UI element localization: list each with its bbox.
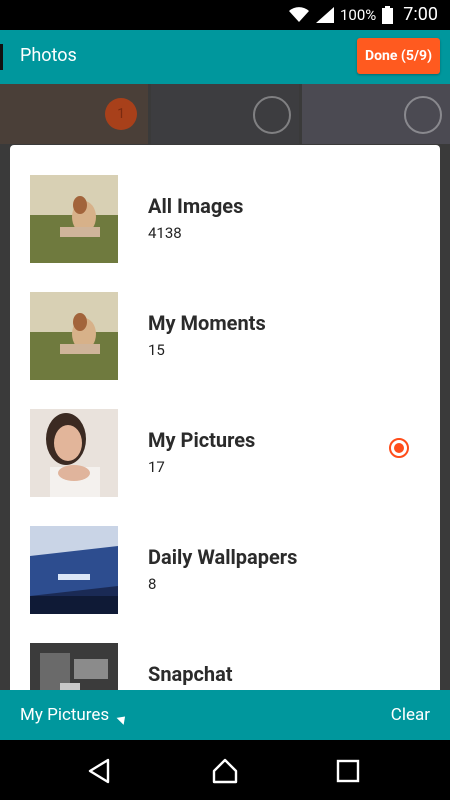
album-selector-label: My Pictures	[20, 705, 110, 725]
done-button[interactable]: Done (5/9)	[357, 38, 440, 74]
back-icon[interactable]	[86, 757, 114, 785]
recents-icon[interactable]	[334, 757, 362, 785]
album-item-all-images[interactable]: All Images 4138	[10, 145, 440, 263]
dropdown-arrow-icon	[116, 712, 129, 725]
album-item-snapchat[interactable]: Snapchat	[10, 613, 440, 690]
album-thumbnail	[30, 409, 118, 497]
album-selector[interactable]: My Pictures	[20, 705, 129, 725]
album-name: My Pictures	[148, 428, 256, 452]
selected-radio-button[interactable]	[389, 438, 409, 458]
album-count: 17	[148, 458, 165, 476]
album-name: Daily Wallpapers	[148, 545, 298, 569]
wifi-icon	[288, 6, 310, 23]
status-bar: 100% 7:00	[0, 0, 450, 30]
album-name: All Images	[148, 194, 244, 218]
album-thumbnail	[30, 175, 118, 263]
album-thumbnail	[30, 643, 118, 690]
selection-badge: 1	[105, 98, 137, 130]
app-bar: Photos Done (5/9)	[0, 30, 450, 84]
bottom-bar: My Pictures Clear	[0, 690, 450, 740]
album-name: My Moments	[148, 311, 266, 335]
selection-circle	[404, 96, 442, 134]
album-count: 8	[148, 575, 157, 593]
album-list: All Images 4138 My Moments 15 My Picture…	[10, 145, 440, 690]
signal-icon	[316, 6, 334, 23]
clear-button[interactable]: Clear	[391, 705, 430, 725]
selection-circle	[253, 96, 291, 134]
album-item-my-moments[interactable]: My Moments 15	[10, 262, 440, 380]
system-nav-bar	[0, 740, 450, 800]
clock: 7:00	[403, 4, 438, 25]
battery-icon	[382, 5, 394, 24]
battery-level: 100%	[340, 5, 377, 24]
album-name: Snapchat	[148, 662, 233, 686]
album-thumbnail	[30, 526, 118, 614]
drawer-edge	[0, 44, 3, 70]
page-title: Photos	[20, 45, 77, 66]
album-thumbnail	[30, 292, 118, 380]
album-count: 15	[148, 341, 165, 359]
home-icon[interactable]	[211, 757, 239, 785]
album-count: 4138	[148, 224, 182, 242]
album-item-daily-wallpapers[interactable]: Daily Wallpapers 8	[10, 496, 440, 614]
album-item-my-pictures[interactable]: My Pictures 17	[10, 379, 440, 497]
